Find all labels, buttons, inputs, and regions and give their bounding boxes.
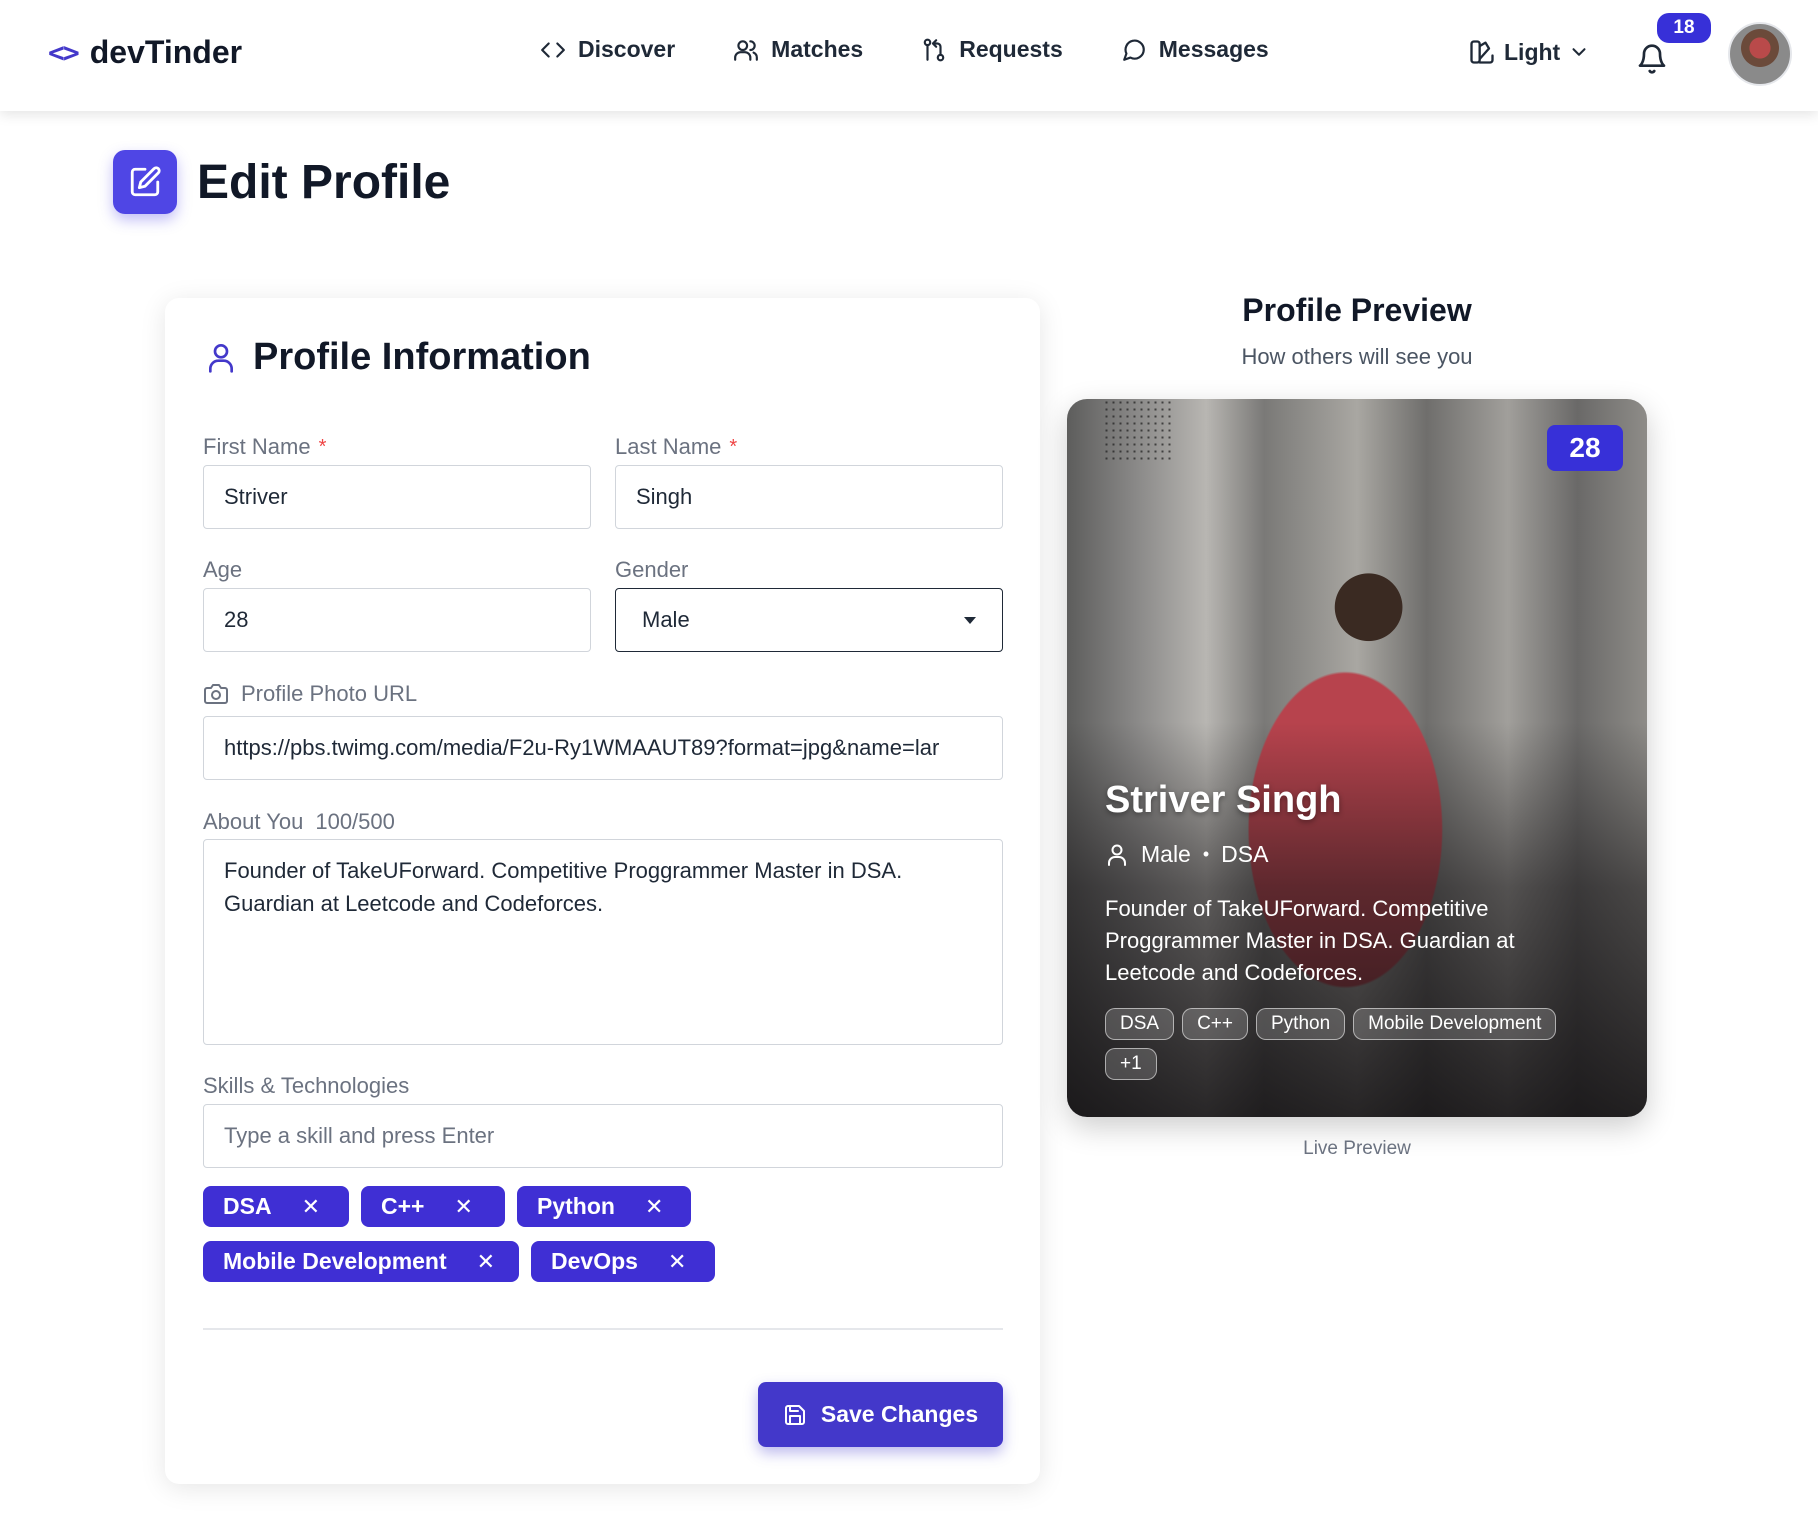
palette-icon (1470, 40, 1494, 64)
message-circle-icon (1122, 39, 1145, 61)
skill-chip: C++ ✕ (361, 1186, 505, 1227)
edit-icon (113, 150, 177, 214)
preview-about: Founder of TakeUForward. Competitive Pro… (1105, 896, 1515, 985)
bell-icon[interactable] (1636, 42, 1668, 76)
section-title: Profile Information (253, 336, 591, 378)
page-header: Edit Profile (113, 150, 450, 214)
users-icon (734, 39, 759, 61)
skills-label: Skills & Technologies (203, 1073, 410, 1098)
profile-information-heading: Profile Information (205, 336, 591, 379)
skill-chip-label: DSA (223, 1193, 272, 1219)
about-label: About You 100/500 (203, 809, 395, 835)
preview-tag: C++ (1182, 1008, 1248, 1040)
about-label-text: About You (203, 809, 304, 834)
first-name-label-text: First Name (203, 434, 311, 459)
preview-tag-more: +1 (1105, 1048, 1157, 1080)
skill-chips: DSA ✕ C++ ✕ Python ✕ Mobile Development ✕ De… (203, 1186, 1003, 1282)
preview-gender: Male (1141, 841, 1191, 867)
save-icon (784, 1404, 805, 1425)
required-mark: * (318, 435, 327, 458)
live-preview-label: Live Preview (1303, 1138, 1411, 1159)
skill-chip: DSA ✕ (203, 1186, 349, 1227)
skill-chip: Python ✕ (517, 1186, 691, 1227)
git-pull-request-icon (923, 38, 945, 61)
top-navbar: <> devTinder Discover Matches Requests M… (0, 0, 1818, 111)
caret-down-icon (964, 616, 976, 624)
code-brackets-icon: <> (48, 36, 80, 69)
main-nav: Discover Matches Requests Messages (540, 36, 1269, 63)
photo-url-label-text: Profile Photo URL (241, 681, 418, 706)
brand-logo[interactable]: <> devTinder (48, 34, 242, 71)
form-divider (203, 1328, 1003, 1330)
nav-matches-label: Matches (771, 36, 864, 62)
user-icon (1108, 844, 1126, 866)
skill-input[interactable] (203, 1104, 1003, 1168)
skill-chip-label: DevOps (551, 1248, 638, 1274)
nav-discover-label: Discover (578, 36, 676, 62)
preview-tag: Mobile Development (1353, 1008, 1557, 1040)
skill-chip: Mobile Development ✕ (203, 1241, 519, 1282)
nav-matches[interactable]: Matches (733, 36, 863, 63)
about-char-count: 100/500 (315, 809, 395, 834)
last-name-label: Last Name * (615, 434, 737, 460)
code-icon (541, 41, 565, 58)
camera-icon (204, 684, 228, 704)
notification-count-badge: 18 (1657, 13, 1711, 43)
first-name-label: First Name * (203, 434, 326, 460)
remove-skill-icon[interactable]: ✕ (668, 1249, 686, 1275)
skill-chip: DevOps ✕ (531, 1241, 715, 1282)
remove-skill-icon[interactable]: ✕ (645, 1194, 663, 1220)
gender-label: Gender (615, 557, 689, 582)
last-name-input[interactable] (615, 465, 1003, 529)
save-button-label: Save Changes (820, 1401, 979, 1427)
nav-requests-label: Requests (959, 36, 1063, 62)
profile-form-card: Profile Information First Name * Last Nam… (165, 298, 1040, 1484)
chevron-down-icon (1572, 48, 1586, 56)
last-name-label-text: Last Name (615, 434, 722, 459)
skill-chip-label: C++ (381, 1193, 425, 1219)
remove-skill-icon[interactable]: ✕ (302, 1194, 320, 1220)
skill-chip-label: Python (537, 1193, 615, 1219)
profile-preview-card: 28 Striver Singh Male • DSA Founder of T… (1067, 399, 1647, 1117)
theme-label: Light (1504, 38, 1561, 65)
nav-messages-label: Messages (1158, 36, 1269, 62)
age-label: Age (203, 557, 243, 582)
preview-title: Profile Preview (1242, 292, 1472, 328)
nav-requests[interactable]: Requests (921, 36, 1063, 63)
gender-selected-value: Male (642, 607, 690, 632)
brand-name: devTinder (89, 34, 243, 70)
preview-primary-skill: DSA (1221, 841, 1269, 867)
elevator-vent (1103, 399, 1173, 461)
about-textarea[interactable]: Founder of TakeUForward. Competitive Pro… (203, 839, 1003, 1045)
meta-separator: • (1202, 844, 1210, 864)
preview-subtitle: How others will see you (1241, 344, 1473, 369)
photo-url-input[interactable] (203, 716, 1003, 780)
theme-dropdown[interactable]: Light (1468, 38, 1590, 66)
page-title: Edit Profile (197, 155, 451, 209)
skill-chip-label: Mobile Development (223, 1248, 447, 1274)
first-name-input[interactable] (203, 465, 591, 529)
gender-select[interactable]: Male (615, 588, 1003, 652)
photo-url-label: Profile Photo URL (203, 681, 417, 707)
preview-tag: DSA (1105, 1008, 1175, 1040)
preview-tag: Python (1256, 1008, 1346, 1040)
preview-name: Striver Singh (1105, 779, 1342, 821)
user-avatar[interactable] (1728, 22, 1792, 86)
age-input[interactable] (203, 588, 591, 652)
remove-skill-icon[interactable]: ✕ (454, 1194, 472, 1220)
preview-meta: Male • DSA (1105, 841, 1268, 868)
preview-tags: DSA C++ Python Mobile Development +1 (1105, 1008, 1605, 1080)
nav-messages[interactable]: Messages (1121, 36, 1269, 63)
nav-discover[interactable]: Discover (540, 36, 675, 63)
save-changes-button[interactable]: Save Changes (758, 1382, 1003, 1447)
remove-skill-icon[interactable]: ✕ (477, 1249, 495, 1275)
age-badge: 28 (1547, 425, 1623, 471)
user-icon (209, 343, 233, 373)
required-mark: * (729, 435, 738, 458)
